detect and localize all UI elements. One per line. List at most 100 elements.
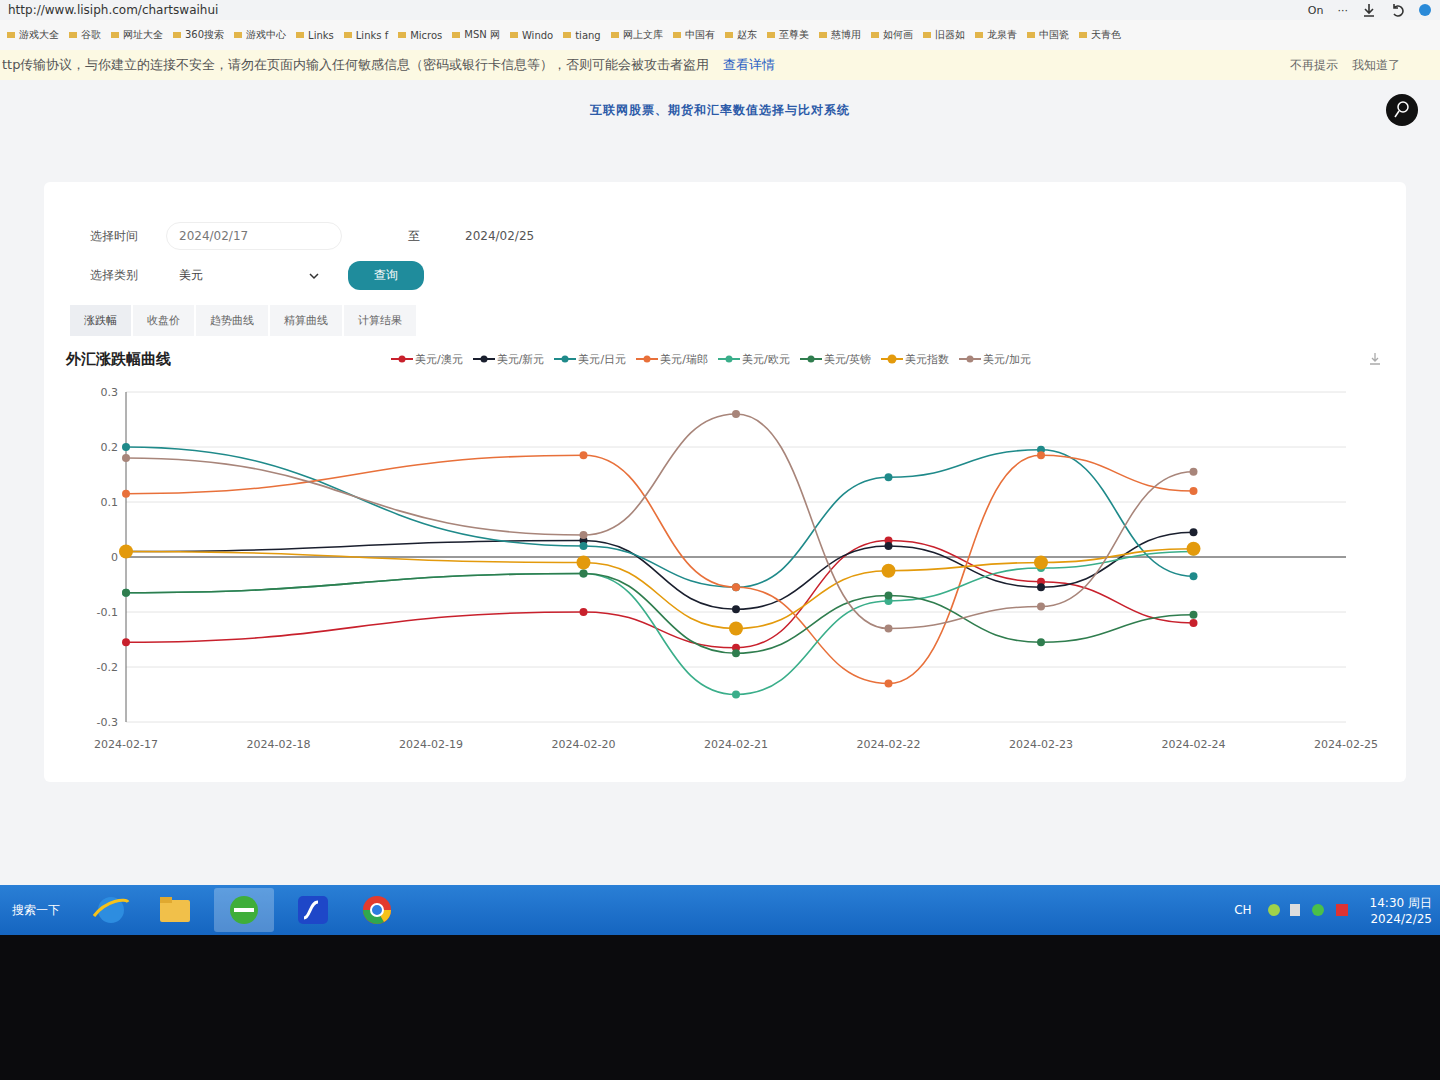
data-point[interactable]: [580, 608, 588, 616]
data-point[interactable]: [1037, 638, 1045, 646]
legend-item[interactable]: 美元指数: [881, 352, 949, 367]
legend-item[interactable]: 美元/英镑: [800, 352, 872, 367]
data-point[interactable]: [122, 589, 130, 597]
data-point[interactable]: [732, 649, 740, 657]
clock[interactable]: 14:30 周日2024/2/25: [1370, 895, 1432, 926]
data-point[interactable]: [1037, 451, 1045, 459]
user-avatar-icon[interactable]: [1386, 94, 1418, 126]
data-point[interactable]: [732, 583, 740, 591]
legend-item[interactable]: 美元/日元: [554, 352, 626, 367]
bookmark[interactable]: 慈博用: [818, 28, 861, 42]
query-button[interactable]: 查询: [348, 261, 424, 290]
bookmark[interactable]: Links f: [343, 30, 388, 41]
undo-icon[interactable]: [1390, 3, 1404, 17]
data-point[interactable]: [885, 473, 893, 481]
chrome-icon[interactable]: [352, 890, 402, 930]
data-point[interactable]: [577, 556, 591, 570]
data-point[interactable]: [580, 531, 588, 539]
bookmark[interactable]: 天青色: [1078, 28, 1121, 42]
legend-item[interactable]: 美元/新元: [473, 352, 545, 367]
data-point[interactable]: [119, 545, 133, 559]
data-point[interactable]: [732, 583, 740, 591]
data-point[interactable]: [1190, 487, 1198, 495]
more-button[interactable]: ···: [1338, 4, 1349, 17]
bookmark[interactable]: 网上文库: [610, 28, 663, 42]
bookmark[interactable]: 龙泉青: [974, 28, 1017, 42]
legend-item[interactable]: 美元/澳元: [391, 352, 463, 367]
bookmark[interactable]: Links: [295, 30, 334, 41]
data-point[interactable]: [122, 454, 130, 462]
tab[interactable]: 精算曲线: [270, 305, 342, 336]
data-point[interactable]: [1190, 528, 1198, 536]
folder-icon[interactable]: [150, 890, 200, 930]
warning-action[interactable]: 不再提示: [1290, 57, 1338, 74]
bookmark[interactable]: 旧器如: [922, 28, 965, 42]
bookmark[interactable]: 中国有: [672, 28, 715, 42]
bookmark[interactable]: tiang: [562, 30, 601, 41]
data-point[interactable]: [1190, 619, 1198, 627]
data-point[interactable]: [122, 443, 130, 451]
tray-icons[interactable]: [1266, 901, 1356, 919]
bookmark[interactable]: Windo: [509, 30, 553, 41]
data-point[interactable]: [885, 680, 893, 688]
data-point[interactable]: [729, 622, 743, 636]
taskbar-search[interactable]: 搜索一下: [0, 902, 72, 919]
language-indicator[interactable]: CH: [1234, 903, 1251, 917]
end-date-field[interactable]: 2024/02/25: [452, 222, 628, 250]
bookmark[interactable]: Micros: [397, 30, 442, 41]
flash-icon[interactable]: [288, 890, 338, 930]
data-point[interactable]: [885, 542, 893, 550]
start-date-field[interactable]: 2024/02/17: [166, 222, 342, 250]
data-point[interactable]: [122, 589, 130, 597]
bookmark[interactable]: MSN 网: [451, 28, 500, 42]
tab[interactable]: 涨跌幅: [70, 305, 131, 336]
tab[interactable]: 收盘价: [133, 305, 194, 336]
tab[interactable]: 趋势曲线: [196, 305, 268, 336]
legend-item[interactable]: 美元/加元: [959, 352, 1031, 367]
time-label: 选择时间: [70, 228, 150, 245]
data-point[interactable]: [732, 605, 740, 613]
bookmark[interactable]: 至尊美: [766, 28, 809, 42]
bookmark[interactable]: 360搜索: [172, 28, 224, 42]
data-point[interactable]: [580, 570, 588, 578]
data-point[interactable]: [1190, 572, 1198, 580]
save-image-icon[interactable]: [1368, 352, 1382, 366]
address-bar[interactable]: http://www.lisiph.com/chartswaihui On ···: [0, 0, 1440, 20]
bookmark[interactable]: 游戏大全: [6, 28, 59, 42]
data-point[interactable]: [580, 451, 588, 459]
data-point[interactable]: [122, 490, 130, 498]
warning-action[interactable]: 我知道了: [1352, 57, 1400, 74]
ie-icon[interactable]: [86, 890, 136, 930]
tab[interactable]: 计算结果: [344, 305, 416, 336]
bookmark[interactable]: 如何画: [870, 28, 913, 42]
bookmark[interactable]: 谷歌: [68, 28, 101, 42]
browser-logo-icon[interactable]: [1418, 3, 1432, 17]
bookmark[interactable]: 中国瓷: [1026, 28, 1069, 42]
bookmark[interactable]: 网址大全: [110, 28, 163, 42]
data-point[interactable]: [732, 410, 740, 418]
category-select[interactable]: 美元: [166, 260, 332, 291]
data-point[interactable]: [1190, 611, 1198, 619]
data-point[interactable]: [885, 625, 893, 633]
url-text[interactable]: http://www.lisiph.com/chartswaihui: [8, 3, 218, 17]
data-point[interactable]: [580, 570, 588, 578]
data-point[interactable]: [122, 638, 130, 646]
extension-label[interactable]: On: [1308, 4, 1324, 17]
data-point[interactable]: [1190, 468, 1198, 476]
data-point[interactable]: [882, 564, 896, 578]
download-icon[interactable]: [1362, 3, 1376, 17]
legend-item[interactable]: 美元/欧元: [718, 352, 790, 367]
data-point[interactable]: [732, 691, 740, 699]
data-point[interactable]: [1037, 583, 1045, 591]
details-link[interactable]: 查看详情: [723, 56, 775, 74]
bookmark[interactable]: 赵东: [724, 28, 757, 42]
bookmark[interactable]: 游戏中心: [233, 28, 286, 42]
data-point[interactable]: [580, 542, 588, 550]
data-point[interactable]: [1037, 603, 1045, 611]
data-point[interactable]: [1187, 542, 1201, 556]
legend-item[interactable]: 美元/瑞郎: [636, 352, 708, 367]
series: [122, 528, 1198, 613]
data-point[interactable]: [885, 592, 893, 600]
data-point[interactable]: [1034, 556, 1048, 570]
browser-app-icon[interactable]: [214, 888, 274, 932]
